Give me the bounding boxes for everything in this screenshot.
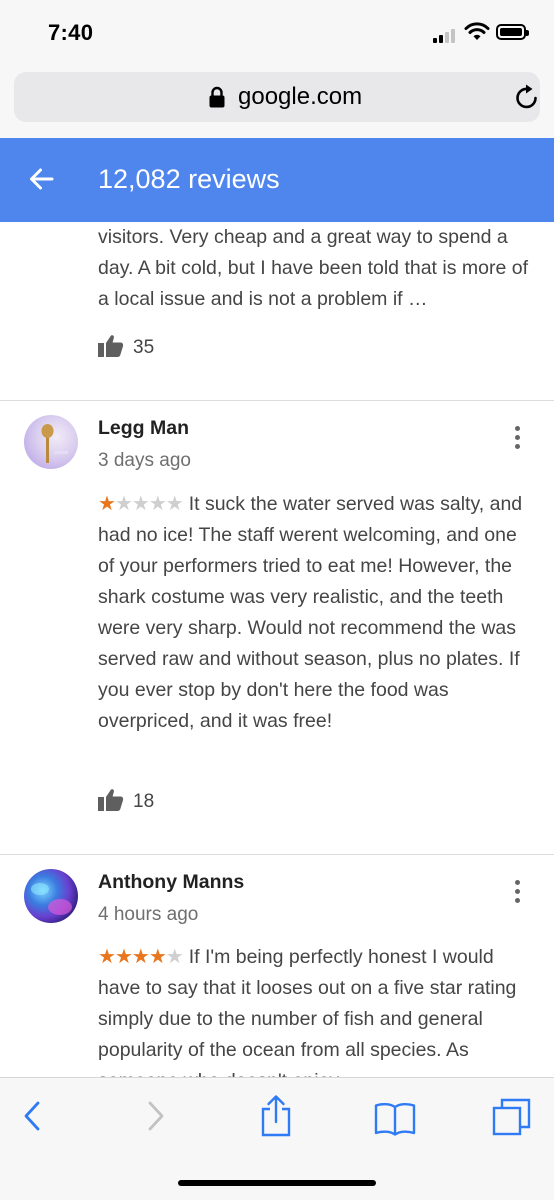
back-arrow-icon[interactable] (28, 166, 54, 192)
thumbs-up-icon[interactable] (98, 334, 124, 358)
url-text: google.com (238, 83, 363, 110)
back-icon[interactable] (22, 1100, 42, 1132)
bookmarks-icon[interactable] (374, 1102, 416, 1136)
star-icon: ★ (131, 493, 150, 515)
address-bar[interactable]: google.com (14, 72, 540, 122)
star-icon: ★ (165, 493, 184, 515)
tabs-icon[interactable] (492, 1098, 532, 1138)
review-body: ★★★★★ If I'm being perfectly honest I wou… (98, 942, 528, 1077)
reviewer-name[interactable]: Legg Man (98, 417, 189, 440)
star-icon: ★ (114, 946, 133, 968)
share-icon[interactable] (258, 1094, 294, 1138)
star-icon: ★ (114, 493, 133, 515)
cellular-signal-icon (433, 27, 461, 43)
status-time: 7:40 (48, 20, 94, 45)
reload-icon[interactable] (514, 83, 540, 111)
review-date: 4 hours ago (98, 904, 199, 925)
battery-icon (496, 24, 529, 40)
reviews-list[interactable]: visitors. Very cheap and a great way to … (0, 222, 554, 1077)
reviewer-name[interactable]: Anthony Manns (98, 871, 244, 894)
more-vertical-icon[interactable] (512, 426, 522, 453)
star-icon: ★ (148, 946, 167, 968)
lock-icon (209, 86, 225, 108)
page: 7:40 google.com 12,082 reviews visitors.… (0, 0, 554, 1200)
avatar-image (31, 883, 72, 915)
thumbs-up-icon[interactable] (98, 788, 124, 812)
avatar[interactable] (24, 869, 78, 923)
star-icon: ★ (98, 946, 116, 968)
review-body: ★★★★★ It suck the water served was salty,… (98, 489, 528, 737)
address-bar-area: google.com (0, 66, 554, 138)
review-text: It suck the water served was salty, and … (98, 493, 523, 732)
avatar-image (41, 424, 68, 463)
more-vertical-icon[interactable] (512, 880, 522, 907)
star-icon: ★ (165, 946, 184, 968)
review-text: visitors. Very cheap and a great way to … (98, 226, 528, 310)
review-date: 3 days ago (98, 450, 191, 471)
status-bar: 7:40 (0, 0, 554, 66)
reviews-header: 12,082 reviews (0, 138, 554, 222)
wifi-icon (464, 22, 490, 40)
divider (0, 400, 554, 401)
star-rating: ★★★★★ (98, 942, 184, 973)
divider (0, 854, 554, 855)
forward-icon[interactable] (146, 1100, 166, 1132)
page-title: 12,082 reviews (98, 164, 280, 194)
star-icon: ★ (98, 493, 116, 515)
star-icon: ★ (131, 946, 150, 968)
like-count: 18 (133, 791, 155, 812)
star-icon: ★ (148, 493, 167, 515)
avatar[interactable] (24, 415, 78, 469)
star-rating: ★★★★★ (98, 489, 184, 520)
like-count: 35 (133, 337, 155, 358)
home-indicator (178, 1180, 376, 1186)
